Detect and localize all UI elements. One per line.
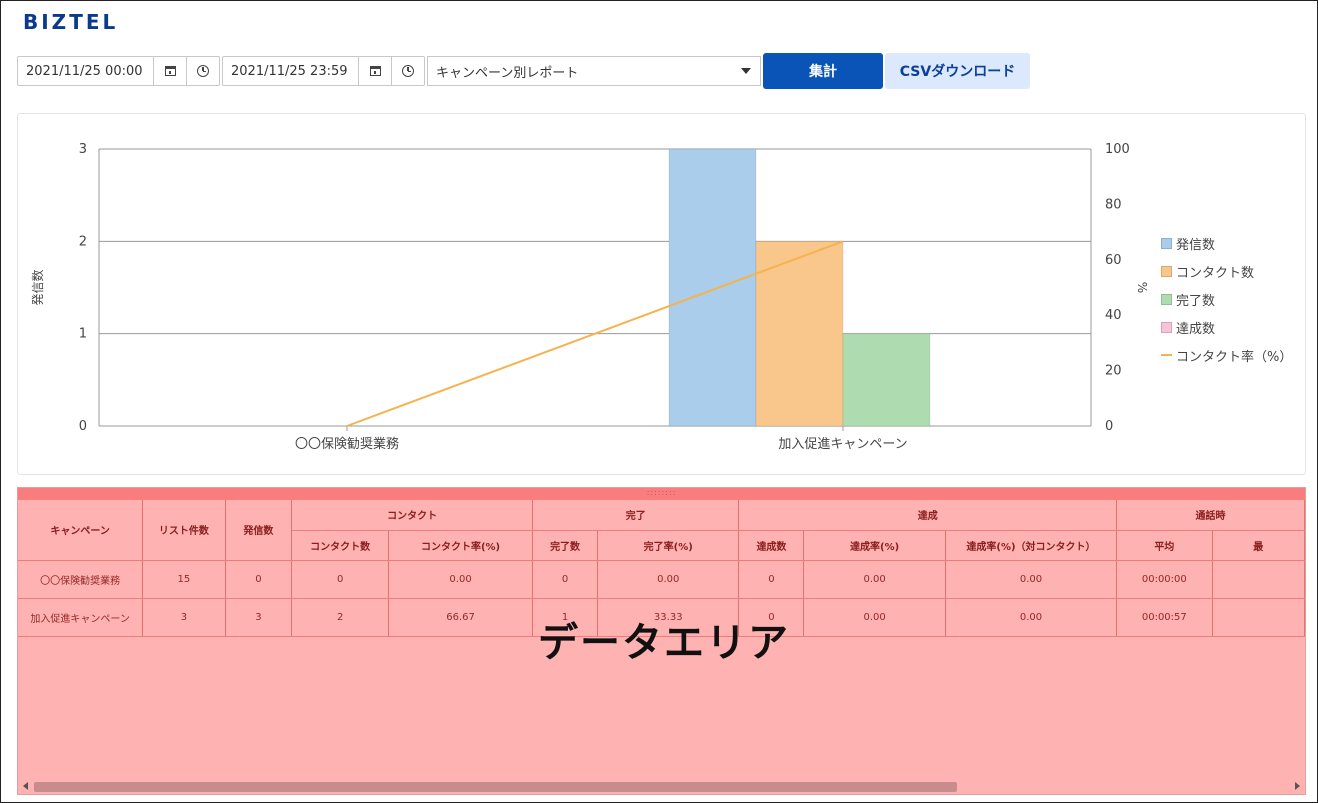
table-cell: 3 [142,598,226,637]
clock-icon [402,65,414,77]
legend-swatch [1161,265,1172,277]
x-tick-label: 加入促進キャンペーン [778,437,907,452]
legend-item[interactable]: 完了数 [1161,285,1292,313]
y-right-tick-label: 80 [1105,197,1122,212]
bar-0-1 [668,148,757,427]
table-subheader[interactable]: 完了率(%) [597,530,740,561]
legend-label: 達成数 [1176,321,1216,337]
table-cell [1212,598,1305,637]
calendar-icon [164,66,176,76]
end-datetime-field[interactable]: 2021/11/25 23:59 [222,56,425,86]
csv-download-button[interactable]: CSVダウンロード [885,53,1030,89]
start-calendar-button[interactable] [153,57,186,85]
table-header[interactable]: キャンペーン [18,500,144,561]
y-right-tick-label: 100 [1105,142,1130,157]
start-time-button[interactable] [186,57,219,85]
table-cell: 15 [142,560,226,599]
table-header[interactable]: リスト件数 [142,500,226,561]
legend-item[interactable]: コンタクト数 [1161,257,1292,285]
table-cell: 0.00 [945,560,1118,599]
caret-down-icon [741,68,751,74]
scroll-left-icon[interactable] [23,782,28,790]
legend-swatch [1161,321,1172,333]
y-right-tick-label: 0 [1105,419,1113,434]
table-subheader[interactable]: 完了数 [532,530,599,561]
table-header[interactable]: 通話時 [1116,500,1305,531]
data-area-label: データエリア [538,620,790,666]
table-cell: 0.00 [388,560,534,599]
y-right-tick-label: 60 [1105,253,1122,268]
calendar-icon [369,66,381,76]
table-cell: 0 [225,560,293,599]
resize-grip[interactable]: :::::::: [18,488,1305,500]
y-tick-label: 1 [79,327,87,342]
table-cell: 〇〇保険勧奨業務 [18,560,144,599]
table-subheader[interactable]: 達成率(%)（対コンタクト） [945,530,1118,561]
y-right-tick-label: 20 [1105,364,1122,379]
table-cell: 0 [532,560,599,599]
legend-label: コンタクト数 [1176,265,1255,281]
table-subheader[interactable]: 平均 [1116,530,1213,561]
chart-legend: 発信数コンタクト数 完了数達成数コンタクト率（%） [1161,229,1292,369]
report-type-value[interactable]: キャンペーン別レポート [428,62,732,81]
aggregate-button[interactable]: 集計 [763,53,883,89]
clock-icon [197,65,209,77]
horizontal-scrollbar[interactable] [18,778,1305,794]
table-cell: 加入促進キャンペーン [18,598,144,637]
table-cell: 66.67 [388,598,534,637]
legend-item[interactable]: 発信数 [1161,229,1292,257]
legend-swatch [1161,293,1172,305]
table-header[interactable]: 完了 [532,500,740,531]
campaign-chart: 0 1 2 3 0 20 40 60 80 100 発信数% 〇〇保険勧奨業務 加入促進キャンペーン 発… [17,113,1306,475]
legend-swatch [1161,237,1172,249]
chart-canvas: 0 1 2 3 0 20 40 60 80 100 発信数 % 〇〇保険勧奨業務 加入促進キャンペーン [30,142,1149,452]
legend-label: 完了数 [1176,293,1216,309]
scrollbar-thumb[interactable] [34,782,957,792]
table-cell: 2 [291,598,390,637]
y-tick-label: 2 [79,234,87,249]
end-calendar-button[interactable] [358,57,391,85]
biztel-logo: BIZTEL [23,10,119,34]
y-tick-label: 3 [79,142,87,157]
end-time-button[interactable] [391,57,424,85]
table-subheader[interactable]: コンタクト数 [291,530,390,561]
dropdown-arrow[interactable] [732,57,760,85]
table-cell: 00:00:57 [1116,598,1213,637]
report-type-select[interactable]: キャンペーン別レポート [427,56,761,86]
table-cell: 0.00 [597,560,740,599]
start-datetime-value[interactable]: 2021/11/25 00:00 [18,64,153,79]
end-datetime-value[interactable]: 2021/11/25 23:59 [223,64,358,79]
x-tick-label: 〇〇保険勧奨業務 [295,436,399,452]
legend-label: 発信数 [1176,237,1216,253]
data-area: :::::::: キャンペーン リスト件数 発信数 コンタクト 完了 達成 通話時コンタクト… [17,487,1306,795]
y-axis-label: 発信数 [30,269,45,305]
legend-label: コンタクト率（%） [1176,349,1293,365]
table-cell [1212,560,1305,599]
table-cell: 0.00 [803,598,946,637]
y-right-axis-label: % [1135,282,1149,293]
table-header[interactable]: コンタクト [291,500,534,531]
table-cell: 0.00 [945,598,1118,637]
table-cell: 0 [738,560,805,599]
table-subheader[interactable]: 最 [1212,530,1305,561]
table-cell: 3 [225,598,293,637]
table-header[interactable]: 発信数 [225,500,293,561]
y-tick-label: 0 [79,419,87,434]
start-datetime-field[interactable]: 2021/11/25 00:00 [17,56,220,86]
table-subheader[interactable]: 達成数 [738,530,805,561]
table-cell: 00:00:00 [1116,560,1213,599]
table-header[interactable]: 達成 [738,500,1118,531]
table-subheader[interactable]: 達成率(%) [803,530,946,561]
scroll-right-icon[interactable] [1295,782,1300,790]
table-cell: 0.00 [803,560,946,599]
table-row[interactable]: 〇〇保険勧奨業務 15 0 0 0.00 0 0.00 0 0.00 0.00 00:00:00 [18,560,1305,599]
table-subheader[interactable]: コンタクト率(%) [388,530,534,561]
table-cell: 0 [291,560,390,599]
legend-swatch [1161,354,1172,356]
y-right-tick-label: 40 [1105,308,1122,323]
legend-item[interactable]: 達成数 [1161,313,1292,341]
bar-2-1 [842,333,931,427]
legend-item[interactable]: コンタクト率（%） [1161,341,1292,369]
